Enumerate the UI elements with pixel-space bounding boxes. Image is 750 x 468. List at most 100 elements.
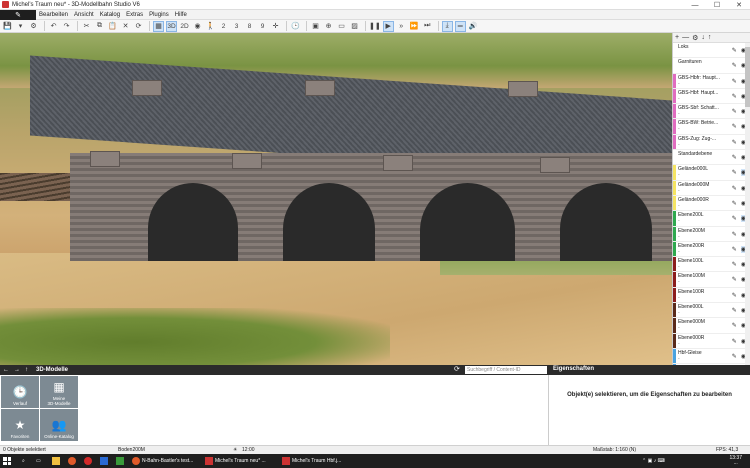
layer-row[interactable]: Gelände000M - ✎ ◉ (673, 180, 750, 196)
task-view-icon[interactable]: ▭ (36, 456, 41, 466)
download-icon[interactable]: ⤓ (441, 20, 453, 32)
menu-extras[interactable]: Extras (126, 12, 143, 18)
layer-settings-icon[interactable]: ⚙ (692, 34, 698, 42)
settings-icon[interactable]: ⚙ (28, 21, 39, 32)
pin-icon[interactable]: ✎ (732, 78, 737, 85)
camera-preset-8[interactable]: 8 (244, 21, 255, 32)
skip-end-icon[interactable]: ⏭ (422, 21, 433, 32)
scrollbar-thumb[interactable] (745, 47, 750, 107)
search-input[interactable]: Suchbegriff / Content-ID (465, 366, 547, 374)
layer-row[interactable]: Ebene000M - ✎ ◉ (673, 318, 750, 334)
move-up-icon[interactable]: ↑ (708, 34, 712, 41)
copy-icon[interactable]: ⧉ (94, 21, 105, 32)
layer-row[interactable]: Ebene000R - ✎ ◉ (673, 333, 750, 349)
layer-row[interactable]: Garnituren ✎ ◉ (673, 58, 750, 74)
close-button[interactable]: ✕ (728, 0, 750, 10)
layer-row[interactable]: Hbf-Gleise - ✎ ◉ (673, 348, 750, 365)
tile-meine-3d-modelle[interactable]: ▦ Meine 3D-Modelle (40, 376, 78, 408)
layer-row[interactable]: Ebene100L - ✎ ◉ (673, 257, 750, 273)
target-icon[interactable]: ⊕ (323, 21, 334, 32)
tile-online-katalog[interactable]: 👥 Online-Katalog (40, 409, 78, 441)
minimize-button[interactable]: — (684, 0, 706, 10)
pin-icon[interactable]: ✎ (732, 261, 737, 268)
layer-row[interactable]: GBS-Hbf: Haupt... - ✎ ◉ (673, 88, 750, 105)
fast-forward-icon[interactable]: » (396, 21, 407, 32)
layer-row[interactable]: Standardebene ✎ ◉ (673, 150, 750, 166)
layer-row[interactable]: Loks ✎ ◉ (673, 43, 750, 59)
play-icon[interactable]: ▶ (382, 20, 394, 32)
layer-row[interactable]: GBS-Sbf: Schatt... - ✎ ◉ (673, 104, 750, 120)
photo-icon[interactable]: ▨ (349, 21, 360, 32)
pin-icon[interactable]: ✎ (732, 123, 737, 130)
menu-katalog[interactable]: Katalog (100, 12, 120, 18)
redo-icon[interactable]: ↷ (61, 21, 72, 32)
walk-icon[interactable]: 🚶 (205, 21, 216, 32)
menu-hilfe[interactable]: Hilfe (175, 12, 187, 18)
remove-layer-icon[interactable]: — (682, 34, 689, 41)
3d-viewport[interactable] (0, 33, 672, 365)
cut-icon[interactable]: ✂ (81, 21, 92, 32)
taskbar-item-forum[interactable]: N-Bahn-Bastler's test... (132, 456, 202, 466)
layer-row[interactable]: Ebene000L - ✎ ◉ (673, 303, 750, 319)
layer-row[interactable]: Ebene200M - ✎ ◉ (673, 226, 750, 242)
pin-icon[interactable]: ✎ (732, 185, 737, 192)
pin-icon[interactable]: ✎ (732, 62, 737, 69)
taskbar-clock[interactable]: 13:37 ... (729, 456, 742, 466)
layer-row[interactable]: Gelände000L - ✎ ◉ (673, 165, 750, 181)
view-3d-button[interactable]: 3D (166, 20, 177, 32)
pin-icon[interactable]: ✎ (732, 307, 737, 314)
pin-icon[interactable]: ✎ (732, 108, 737, 115)
paste-icon[interactable]: 📋 (107, 21, 118, 32)
menu-plugins[interactable]: Plugins (149, 12, 169, 18)
edit-mode-tab[interactable]: ✎ (0, 9, 36, 20)
menu-bearbeiten[interactable]: Bearbeiten (39, 12, 68, 18)
undo-icon[interactable]: ↶ (48, 21, 59, 32)
layer-row[interactable]: GBS-BW: Betrie... - ✎ ◉ (673, 119, 750, 135)
rotate-icon[interactable]: ⟳ (133, 21, 144, 32)
windows-start-icon[interactable] (3, 457, 11, 465)
taskbar-item-main[interactable]: Michel's Traum neu* ... (205, 456, 277, 466)
opera-icon[interactable] (84, 456, 94, 466)
pin-icon[interactable]: ✎ (732, 276, 737, 283)
pin-icon[interactable]: ✎ (732, 139, 737, 146)
grid-view-icon[interactable]: ▦ (153, 20, 164, 32)
delete-icon[interactable]: ✕ (120, 21, 131, 32)
pin-icon[interactable]: ✎ (732, 47, 737, 54)
refresh-icon[interactable]: ⟳ (454, 365, 460, 373)
clock-icon[interactable]: 🕒 (290, 21, 301, 32)
layer-row[interactable]: GBS-Zug: Zug-... - ✎ ◉ (673, 134, 750, 151)
layers-scrollbar[interactable] (745, 43, 750, 365)
layer-row[interactable]: GBS-Hbfr: Haupt... - ✎ ◉ (673, 73, 750, 89)
train-icon[interactable]: ▭ (336, 21, 347, 32)
layer-row[interactable]: Gelände000R - ✎ ◉ (673, 195, 750, 212)
pin-icon[interactable]: ✎ (732, 215, 737, 222)
equals-icon[interactable]: ═ (454, 20, 466, 32)
pin-icon[interactable]: ✎ (732, 93, 737, 100)
tray-icons[interactable]: ⌃ ▣ ♪ ⌨ (642, 456, 665, 466)
up-icon[interactable]: ↑ (25, 367, 28, 373)
maximize-button[interactable]: ☐ (706, 0, 728, 10)
pin-icon[interactable]: ✎ (732, 353, 737, 360)
pin-icon[interactable]: ✎ (732, 338, 737, 345)
pin-icon[interactable]: ✎ (732, 246, 737, 253)
camera-preset-2[interactable]: 2 (218, 21, 229, 32)
add-layer-icon[interactable]: + (675, 34, 679, 41)
camera-preset-3[interactable]: 3 (231, 21, 242, 32)
pin-icon[interactable]: ✎ (732, 292, 737, 299)
layer-row[interactable]: Ebene100M - ✎ ◉ (673, 272, 750, 288)
tile-verlauf[interactable]: 🕒 Verlauf (1, 376, 39, 408)
forward-icon[interactable]: → (14, 367, 20, 373)
back-icon[interactable]: ← (3, 367, 9, 373)
dropdown-icon[interactable]: ▾ (15, 21, 26, 32)
taskbar-item-hbf[interactable]: Michel's Traum Hbf.j... (282, 456, 354, 466)
pin-icon[interactable]: ✎ (732, 154, 737, 161)
speaker-icon[interactable]: 🔊 (468, 21, 479, 32)
pin-icon[interactable]: ✎ (732, 322, 737, 329)
layer-row[interactable]: Ebene200R - ✎ ◉ (673, 241, 750, 258)
app-icon[interactable] (116, 456, 126, 466)
layer-row[interactable]: Ebene100R - ✎ ◉ (673, 287, 750, 304)
faster-icon[interactable]: ⏩ (409, 21, 420, 32)
crosshair-icon[interactable]: ✛ (270, 21, 281, 32)
view-2d-button[interactable]: 2D (179, 21, 190, 32)
pause-icon[interactable]: ❚❚ (369, 21, 381, 32)
